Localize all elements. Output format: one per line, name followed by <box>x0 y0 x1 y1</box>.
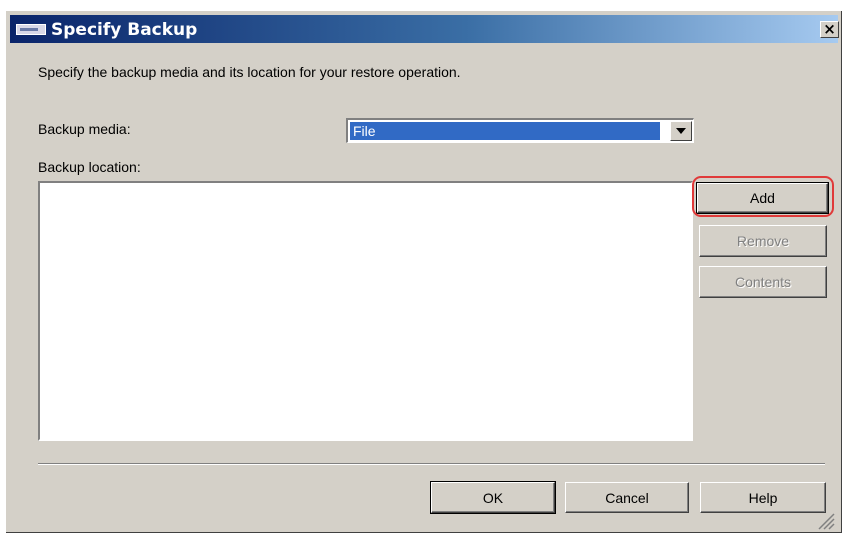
separator <box>38 463 825 465</box>
backup-media-value: File <box>350 122 660 140</box>
backup-media-dropdown[interactable]: File <box>346 118 694 143</box>
help-button[interactable]: Help <box>700 482 826 513</box>
cancel-button-label: Cancel <box>605 489 649 506</box>
title-bar[interactable]: Specify Backup × <box>10 15 839 43</box>
cancel-button[interactable]: Cancel <box>565 482 689 513</box>
backup-location-label: Backup location: <box>38 159 141 175</box>
window-icon <box>16 24 46 35</box>
dialog-title: Specify Backup <box>51 20 198 40</box>
add-button[interactable]: Add <box>696 182 829 214</box>
close-icon: × <box>823 20 836 38</box>
backup-media-label: Backup media: <box>38 121 131 137</box>
remove-button-label: Remove <box>736 233 790 249</box>
remove-button[interactable]: Remove <box>699 225 827 257</box>
help-button-label: Help <box>748 489 778 506</box>
contents-button-label: Contents <box>734 274 792 290</box>
backup-location-list[interactable] <box>38 181 693 441</box>
close-button[interactable]: × <box>820 21 839 38</box>
resize-grip-icon[interactable] <box>815 510 835 530</box>
ok-button-label: OK <box>482 489 504 506</box>
contents-button[interactable]: Contents <box>699 266 827 298</box>
instruction-text: Specify the backup media and its locatio… <box>38 64 461 80</box>
dropdown-button[interactable] <box>670 121 692 141</box>
add-button-label: Add <box>750 190 775 206</box>
chevron-down-icon <box>676 128 686 134</box>
ok-button[interactable]: OK <box>430 481 556 514</box>
